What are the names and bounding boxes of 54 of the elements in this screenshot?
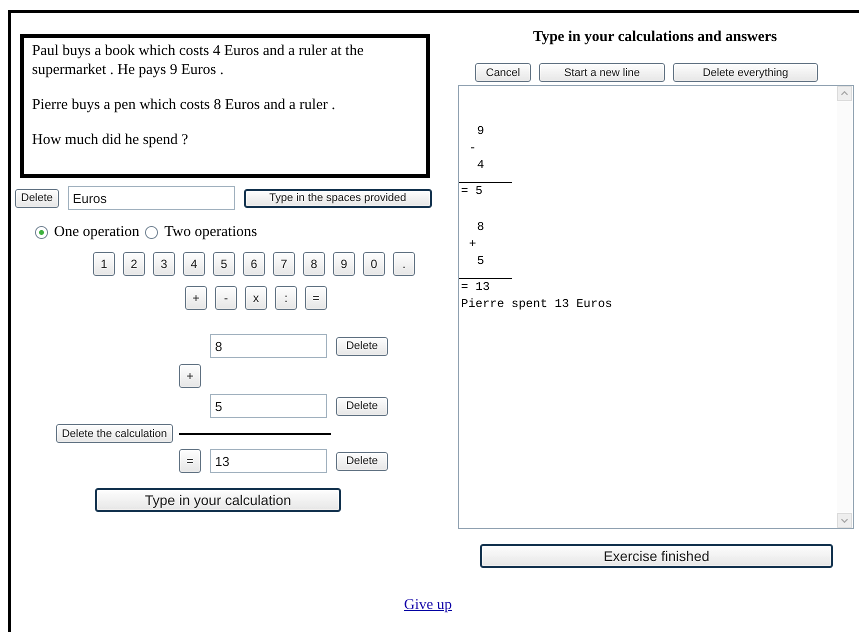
radio-button[interactable] <box>145 226 158 239</box>
unit-field[interactable]: Euros <box>68 186 235 210</box>
operator-key[interactable]: + <box>185 286 207 310</box>
operator-key[interactable]: = <box>305 286 327 310</box>
worksheet-button[interactable]: Cancel <box>475 63 531 82</box>
worksheet-line: = 13 <box>459 278 512 296</box>
result-field[interactable]: 13 <box>210 449 327 473</box>
scroll-down-icon[interactable] <box>837 513 852 528</box>
give-up-link[interactable]: Give up <box>404 597 452 613</box>
delete-button[interactable]: Delete <box>336 452 388 470</box>
worksheet-line: Pierre spent 13 Euros <box>460 296 614 313</box>
worksheet-button[interactable]: Start a new line <box>539 63 665 82</box>
submit-calculation-button[interactable]: Type in your calculation <box>95 488 341 512</box>
problem-text: How much did he spend ? <box>32 131 190 150</box>
operator-key[interactable]: + <box>179 364 201 388</box>
operator-key[interactable]: : <box>275 286 297 310</box>
digit-key[interactable]: 7 <box>273 252 295 276</box>
delete-calculation-button[interactable]: Delete the calculation <box>56 424 173 443</box>
type-in-spaces-button[interactable]: Type in the spaces provided <box>244 188 432 208</box>
digit-key[interactable]: 9 <box>333 252 355 276</box>
operand-field[interactable]: 8 <box>210 334 327 358</box>
worksheet-line: 8 <box>476 219 486 236</box>
worksheet-button[interactable]: Delete everything <box>673 63 818 82</box>
worksheet-area[interactable]: 9 - 4 = 5 8 + 5 = 13 Pierre spent 13 Euros <box>458 85 854 529</box>
exercise-finished-button[interactable]: Exercise finished <box>480 544 833 568</box>
operand-field[interactable]: 5 <box>210 394 327 418</box>
worksheet-line: 9 <box>476 123 486 140</box>
delete-button[interactable]: Delete <box>336 336 388 356</box>
operator-key[interactable]: - <box>215 286 237 310</box>
delete-button[interactable]: Delete <box>15 188 59 208</box>
digit-key[interactable]: 4 <box>183 252 205 276</box>
worksheet-line: 4 <box>476 157 486 174</box>
worksheet-line: = 5 <box>459 182 512 200</box>
operator-key[interactable]: x <box>245 286 267 310</box>
problem-text: Paul buys a book which costs 4 Euros and a ruler at the supermarket . He pays 9 Euros . <box>32 42 365 80</box>
worksheet-title: Type in your calculations and answers <box>532 29 778 46</box>
worksheet-line: 5 <box>476 253 486 270</box>
digit-key[interactable]: 6 <box>243 252 265 276</box>
digit-key[interactable]: 3 <box>153 252 175 276</box>
equals-key[interactable]: = <box>179 449 201 473</box>
digit-key[interactable]: . <box>393 252 415 276</box>
delete-button[interactable]: Delete <box>336 396 388 416</box>
radio-label: One operation <box>54 224 140 241</box>
digit-key[interactable]: 0 <box>363 252 385 276</box>
radio-button[interactable] <box>35 226 48 239</box>
scroll-up-icon[interactable] <box>837 86 852 101</box>
digit-key[interactable]: 5 <box>213 252 235 276</box>
digit-key[interactable]: 8 <box>303 252 325 276</box>
worksheet-line: + <box>468 236 478 253</box>
digit-key[interactable]: 1 <box>93 252 115 276</box>
problem-text: Pierre buys a pen which costs 8 Euros and a ruler . <box>32 96 336 115</box>
worksheet-line: - <box>468 140 478 157</box>
digit-key[interactable]: 2 <box>123 252 145 276</box>
radio-label: Two operations <box>164 224 258 241</box>
